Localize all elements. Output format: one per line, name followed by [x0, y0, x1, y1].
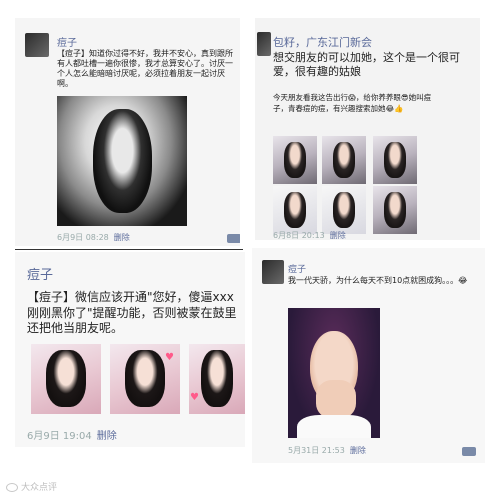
weibo-icon — [6, 483, 18, 492]
post-meta: 6月8日 20:13 删除 — [273, 230, 346, 240]
watermark: 大众点评 — [6, 480, 57, 493]
post-text: 想交朋友的可以加她，这个是一个很可爱，很有趣的姑娘 — [273, 51, 460, 78]
post-text: 我一代天骄，为什么每天不到10点就困成狗。。。😂 — [288, 276, 468, 285]
moment-card-4: 痘子 我一代天骄，为什么每天不到10点就困成狗。。。😂 5月31日 21:53 删… — [252, 248, 485, 463]
comment-icon[interactable] — [462, 447, 476, 456]
avatar[interactable] — [257, 32, 271, 56]
avatar[interactable] — [25, 33, 49, 57]
post-photo[interactable] — [57, 96, 187, 226]
watermark-text: 大众点评 — [21, 483, 58, 493]
post-time: 6月8日 20:13 — [273, 231, 325, 240]
delete-link[interactable]: 删除 — [97, 431, 117, 442]
moment-card-2: 包籽，广东江门新会 想交朋友的可以加她，这个是一个很可爱，很有趣的姑娘 今天朋友… — [255, 18, 480, 240]
delete-link[interactable]: 删除 — [330, 231, 346, 240]
heart-icon: ♥ — [165, 352, 174, 363]
photo-thumb[interactable] — [373, 186, 417, 234]
photo-thumb[interactable] — [273, 136, 317, 184]
username[interactable]: 痘子 — [288, 262, 306, 275]
post-time: 5月31日 21:53 — [288, 446, 345, 455]
post-photo[interactable] — [189, 344, 245, 414]
post-photo[interactable] — [31, 344, 101, 414]
username[interactable]: 痘子 — [27, 264, 53, 283]
delete-link[interactable]: 删除 — [350, 446, 366, 455]
comment-icon[interactable] — [227, 234, 240, 243]
divider — [15, 249, 243, 250]
username[interactable]: 痘子 — [57, 34, 77, 49]
post-time: 6月9日 08:28 — [57, 233, 109, 242]
post-meta: 6月9日 19:04 删除 — [27, 427, 117, 442]
moment-card-1: 痘子 【痘子】知道你过得不好，我并不安心，真到跟所有人都吐槽一遍你很惨，我才总算… — [15, 18, 240, 246]
post-text: 【痘子】知道你过得不好，我并不安心，真到跟所有人都吐槽一遍你很惨，我才总算安心了… — [57, 49, 233, 88]
post-time: 6月9日 19:04 — [27, 431, 92, 442]
photo-thumb[interactable] — [273, 186, 317, 234]
photo-thumb[interactable] — [322, 186, 366, 234]
photo-thumb[interactable] — [322, 136, 366, 184]
heart-icon: ♥ — [190, 392, 199, 403]
username[interactable]: 包籽，广东江门新会 — [273, 34, 372, 50]
post-meta: 5月31日 21:53 删除 — [288, 445, 366, 456]
avatar[interactable] — [262, 260, 284, 284]
post-meta: 6月9日 08:28 删除 — [57, 232, 130, 243]
post-subtext: 今天朋友看我这告出行😱，给你养养眼😎她叫痘子，青春痘的痘，有兴趣搜索加她😂👍 — [273, 93, 432, 114]
moment-card-3: 痘子 【痘子】微信应该开通"您好，傻逼xxx刚刚黑你了"提醒功能，否则被蒙在鼓里… — [15, 252, 245, 447]
post-photo[interactable] — [288, 308, 380, 438]
photo-thumb[interactable] — [373, 136, 417, 184]
delete-link[interactable]: 删除 — [114, 233, 130, 242]
post-text: 【痘子】微信应该开通"您好，傻逼xxx刚刚黑你了"提醒功能，否则被蒙在鼓里还把他… — [27, 290, 237, 336]
